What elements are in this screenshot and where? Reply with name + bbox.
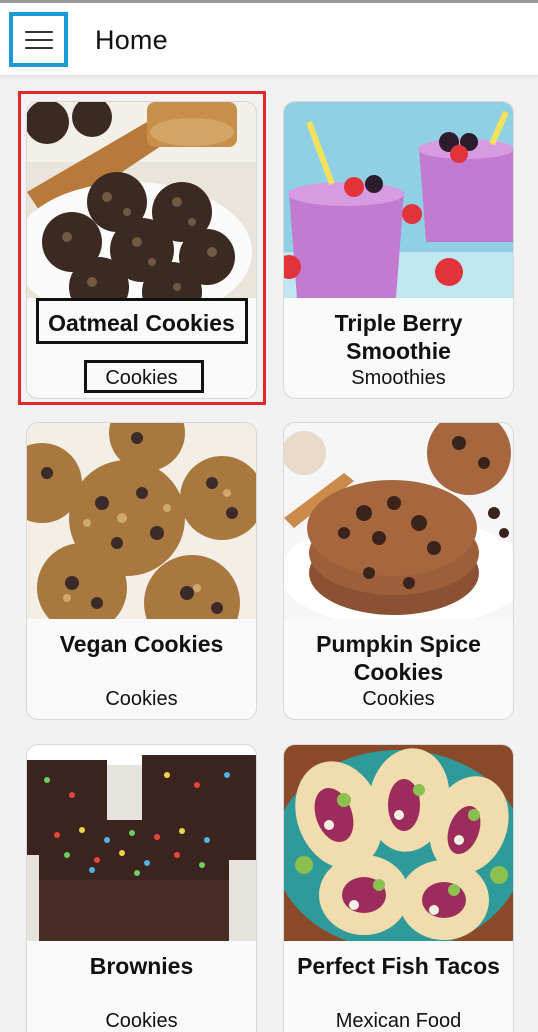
hamburger-menu-icon <box>24 30 53 50</box>
app-bar: Home <box>0 3 538 76</box>
recipe-image-pumpkin-spice-cookies <box>284 423 513 619</box>
recipe-card-vegan-cookies[interactable]: Vegan Cookies Cookies <box>26 422 257 720</box>
recipe-category: Cookies <box>362 688 435 710</box>
recipe-image-vegan-cookies <box>27 423 256 619</box>
recipe-category: Smoothies <box>351 367 446 389</box>
recipe-category: Cookies <box>105 688 178 710</box>
recipe-name: Triple Berry Smoothie <box>334 310 463 364</box>
recipe-image-triple-berry-smoothie <box>284 102 513 298</box>
recipe-image-brownies <box>27 745 256 941</box>
recipe-category: Cookies <box>105 367 178 389</box>
menu-button[interactable] <box>9 12 68 67</box>
recipe-card-oatmeal-cookies[interactable]: Oatmeal Cookies Cookies <box>26 101 257 399</box>
recipe-card-perfect-fish-tacos[interactable]: Perfect Fish Tacos Mexican Food <box>283 744 514 1032</box>
recipe-category: Cookies <box>105 1010 178 1032</box>
recipe-name: Brownies <box>89 953 194 979</box>
recipe-category: Mexican Food <box>335 1010 462 1032</box>
recipe-card-pumpkin-spice-cookies[interactable]: Pumpkin Spice Cookies Cookies <box>283 422 514 720</box>
recipe-image-oatmeal-cookies <box>27 102 256 298</box>
recipe-image-perfect-fish-tacos <box>284 745 513 941</box>
recipe-name: Perfect Fish Tacos <box>297 953 500 979</box>
recipe-name: Vegan Cookies <box>59 631 224 657</box>
recipe-card-triple-berry-smoothie[interactable]: Triple Berry Smoothie Smoothies <box>283 101 514 399</box>
recipe-name: Pumpkin Spice Cookies <box>316 631 481 685</box>
recipe-name: Oatmeal Cookies <box>48 310 235 336</box>
recipe-card-brownies[interactable]: Brownies Cookies <box>26 744 257 1032</box>
page-title: Home <box>95 25 168 55</box>
